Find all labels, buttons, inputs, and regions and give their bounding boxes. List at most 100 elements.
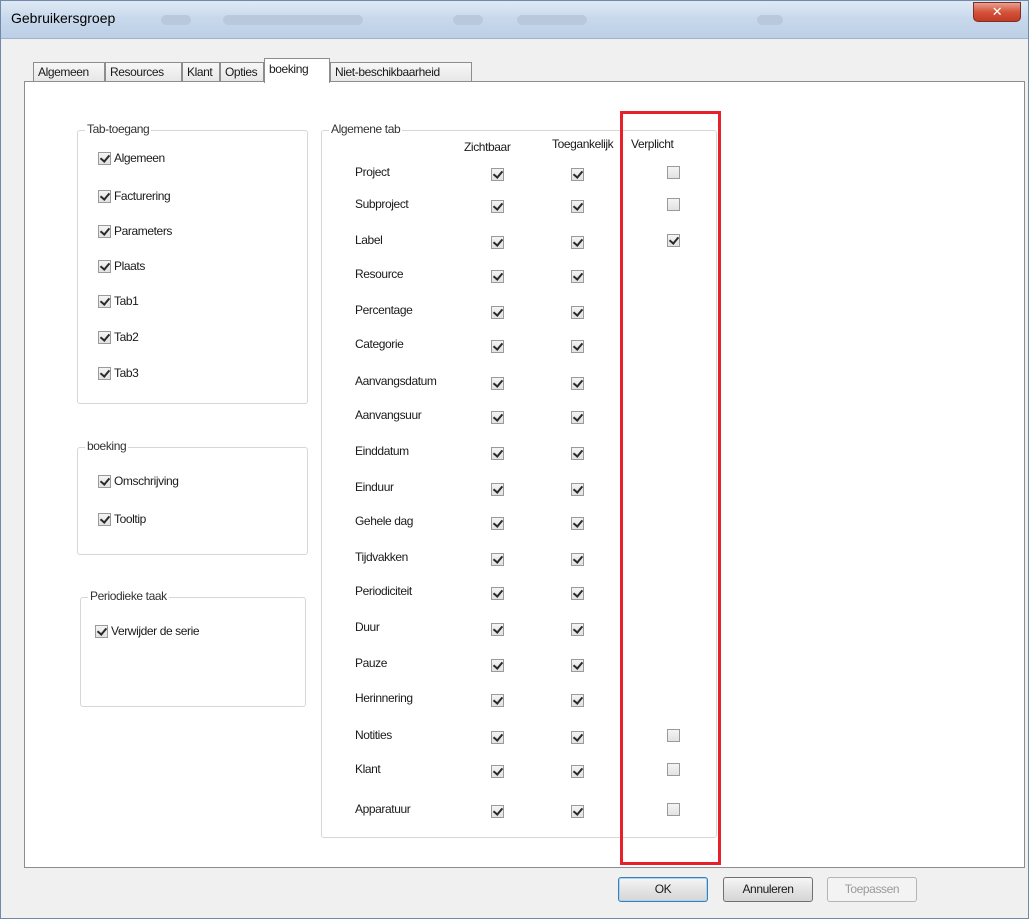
periodic-task-label: Verwijder de serie [111,624,200,638]
tab-access-checkbox[interactable] [98,367,111,380]
visible-checkbox[interactable] [491,411,504,424]
tab-boeking[interactable]: boeking [264,58,330,83]
visible-checkbox[interactable] [491,623,504,636]
periodic-task-group [80,597,306,707]
visible-checkbox[interactable] [491,306,504,319]
tab-access-label: Tab2 [114,330,139,344]
row-label: Gehele dag [355,514,414,528]
visible-checkbox[interactable] [491,200,504,213]
row-label: Apparatuur [355,802,411,816]
boeking-group [77,447,308,555]
visible-checkbox[interactable] [491,377,504,390]
tab-niet-beschikbaarheid[interactable]: Niet-beschikbaarheid [330,62,472,82]
visible-checkbox[interactable] [491,659,504,672]
tab-access-label: Parameters [114,224,173,238]
general-tab-title: Algemene tab [329,122,403,136]
close-icon: ✕ [991,4,1003,19]
row-label: Percentage [355,303,413,317]
ok-button[interactable]: OK [618,877,708,902]
visible-checkbox[interactable] [491,805,504,818]
cancel-button[interactable]: Annuleren [723,877,813,902]
tab-klant[interactable]: Klant [182,62,220,82]
visible-checkbox[interactable] [491,694,504,707]
tab-access-checkbox[interactable] [98,225,111,238]
title-bar: Gebruikersgroep ✕ [1,1,1028,39]
accessible-checkbox[interactable] [571,411,584,424]
boeking-checkbox[interactable] [98,513,111,526]
boeking-label: Omschrijving [114,474,179,488]
tab-access-label: Facturering [114,189,171,203]
visible-checkbox[interactable] [491,270,504,283]
visible-checkbox[interactable] [491,340,504,353]
accessible-checkbox[interactable] [571,694,584,707]
accessible-checkbox[interactable] [571,553,584,566]
accessible-checkbox[interactable] [571,168,584,181]
accessible-checkbox[interactable] [571,377,584,390]
accessible-checkbox[interactable] [571,623,584,636]
required-column-highlight [620,111,721,865]
blurred-title-segment [453,15,483,25]
visible-checkbox[interactable] [491,731,504,744]
blurred-title-segment [161,15,191,25]
visible-checkbox[interactable] [491,168,504,181]
tab-access-checkbox[interactable] [98,152,111,165]
row-label: Aanvangsdatum [355,374,437,388]
row-label: Herinnering [355,691,413,705]
tab-access-label: Algemeen [114,151,165,165]
accessible-checkbox[interactable] [571,765,584,778]
accessible-checkbox[interactable] [571,340,584,353]
row-label: Periodiciteit [355,584,412,598]
row-label: Subproject [355,197,409,211]
blurred-title-segment [517,15,587,25]
accessible-checkbox[interactable] [571,659,584,672]
window-title: Gebruikersgroep [11,10,116,26]
accessible-checkbox[interactable] [571,483,584,496]
accessible-checkbox[interactable] [571,236,584,249]
tab-access-label: Tab3 [114,366,139,380]
visible-checkbox[interactable] [491,765,504,778]
visible-checkbox[interactable] [491,587,504,600]
boeking-checkbox[interactable] [98,475,111,488]
accessible-checkbox[interactable] [571,805,584,818]
tab-access-checkbox[interactable] [98,190,111,203]
column-header-visible: Zichtbaar [464,140,511,154]
accessible-checkbox[interactable] [571,306,584,319]
accessible-checkbox[interactable] [571,447,584,460]
tab-access-checkbox[interactable] [98,295,111,308]
boeking-group-title: boeking [85,439,129,453]
tab-algemeen[interactable]: Algemeen [33,62,105,82]
column-header-accessible: Toegankelijk [552,137,614,151]
periodic-task-title: Periodieke taak [88,589,169,603]
visible-checkbox[interactable] [491,483,504,496]
periodic-task-checkbox[interactable] [95,625,108,638]
row-label: Pauze [355,656,388,670]
row-label: Resource [355,267,404,281]
tab-panel: Tab-toegang Algemeen Facturering Parameter… [24,81,1025,868]
boeking-label: Tooltip [114,512,146,526]
tab-opties[interactable]: Opties [220,62,264,82]
apply-button[interactable]: Toepassen [827,877,917,902]
row-label: Project [355,165,390,179]
row-label: Categorie [355,337,404,351]
accessible-checkbox[interactable] [571,270,584,283]
row-label: Duur [355,620,380,634]
tab-resources[interactable]: Resources [105,62,182,82]
tab-access-checkbox[interactable] [98,331,111,344]
blurred-title-segment [757,15,783,25]
close-button[interactable]: ✕ [973,2,1021,22]
accessible-checkbox[interactable] [571,200,584,213]
row-label: Tijdvakken [355,550,408,564]
visible-checkbox[interactable] [491,517,504,530]
visible-checkbox[interactable] [491,236,504,249]
accessible-checkbox[interactable] [571,731,584,744]
visible-checkbox[interactable] [491,447,504,460]
row-label: Klant [355,762,381,776]
tab-access-checkbox[interactable] [98,260,111,273]
row-label: Einddatum [355,444,409,458]
tab-access-title: Tab-toegang [85,122,152,136]
accessible-checkbox[interactable] [571,587,584,600]
user-group-dialog: Gebruikersgroep ✕ Algemeen Resources Kla… [0,0,1029,919]
accessible-checkbox[interactable] [571,517,584,530]
row-label: Notities [355,728,392,742]
visible-checkbox[interactable] [491,553,504,566]
